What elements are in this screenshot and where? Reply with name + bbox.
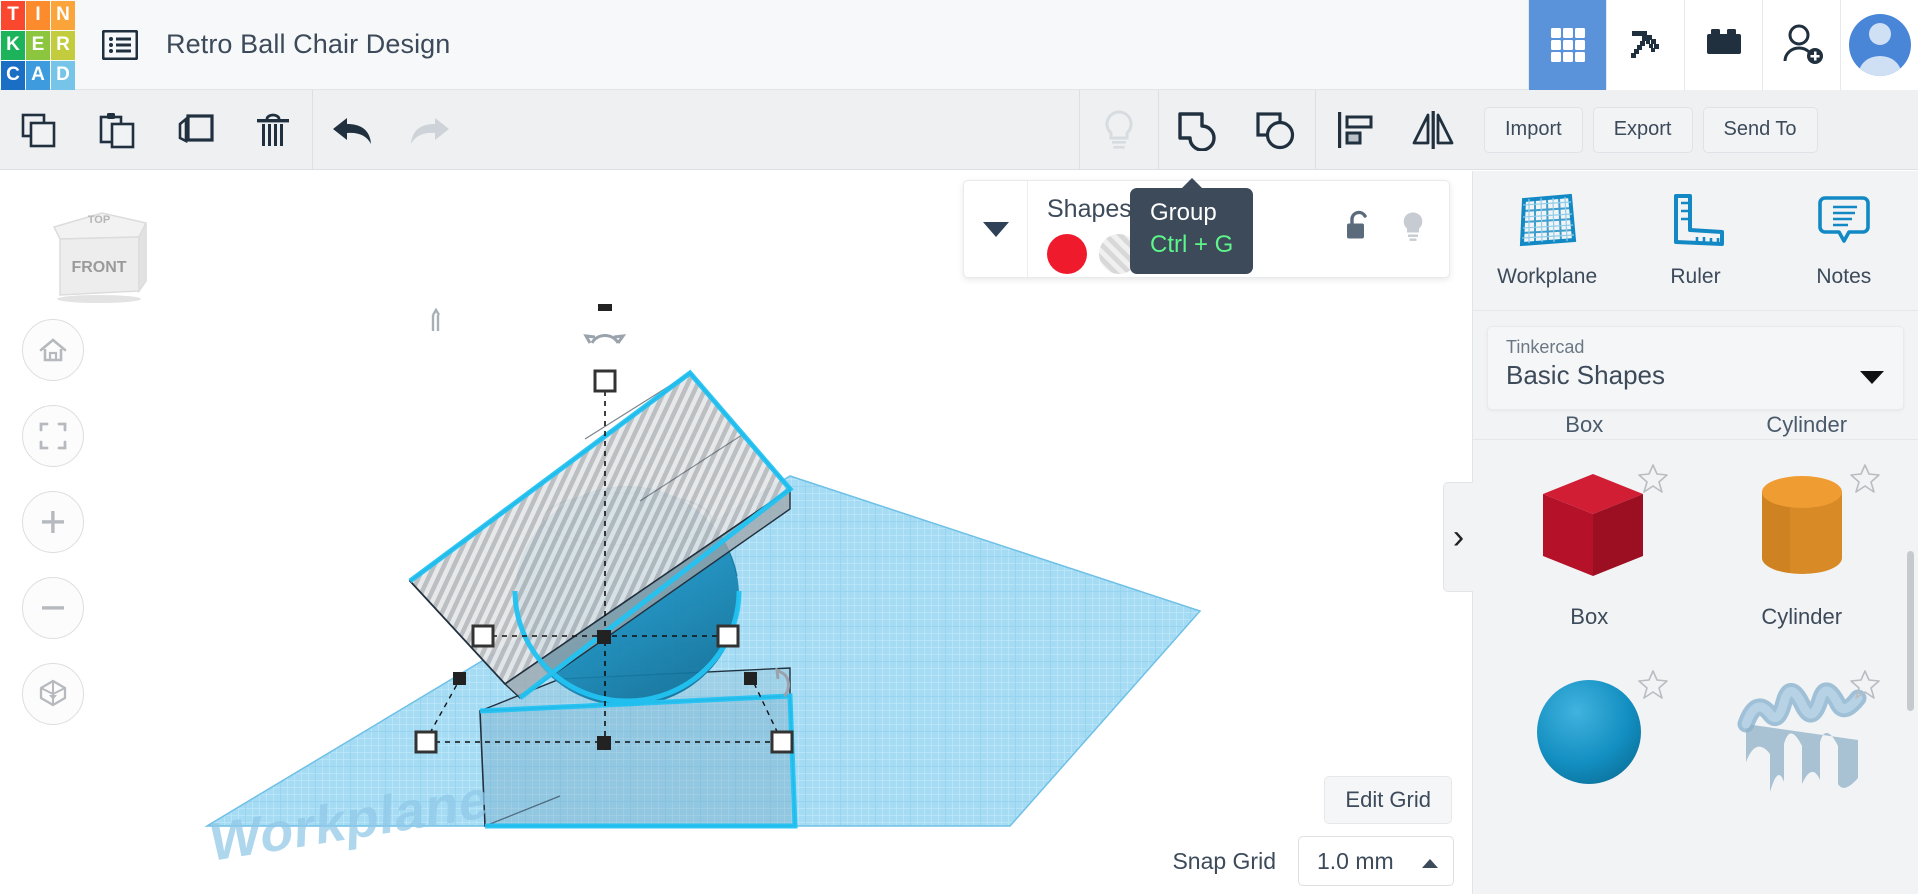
clipped-label-cylinder: Cylinder <box>1766 416 1848 437</box>
duplicate-icon[interactable] <box>156 90 234 170</box>
workplane-grid-icon <box>1516 192 1578 255</box>
zoom-in-button[interactable] <box>22 491 84 553</box>
notes-tool-label: Notes <box>1816 265 1872 288</box>
ruler-tool-label: Ruler <box>1670 265 1721 288</box>
scene-canvas[interactable] <box>0 171 1472 894</box>
sphere-3d-art <box>1525 662 1653 802</box>
lightbulb-icon[interactable] <box>1399 210 1427 249</box>
logo-tile-i: I <box>26 0 50 30</box>
file-actions-bar: Import Export Send To <box>1472 90 1918 170</box>
shape-cylinder-label: Cylinder <box>1761 604 1843 629</box>
edit-toolbar <box>0 89 1472 170</box>
edit-grid-button[interactable]: Edit Grid <box>1324 776 1452 824</box>
snap-grid-value: 1.0 mm <box>1317 847 1394 874</box>
shape-cylinder[interactable]: Cylinder <box>1696 456 1909 662</box>
shape-library-select[interactable]: Tinkercad Basic Shapes <box>1487 326 1904 410</box>
library-vendor-label: Tinkercad <box>1506 337 1585 357</box>
view-cube-top-label: TOP <box>88 214 110 226</box>
invite-user-icon[interactable] <box>1762 0 1840 90</box>
group-icon[interactable] <box>1159 90 1237 170</box>
lego-brick-icon[interactable] <box>1684 0 1762 90</box>
tinkercad-app: TINKERCAD Retro Ball Chair Design Import… <box>0 0 1918 894</box>
mirror-flip-icon[interactable] <box>1394 90 1472 170</box>
tinkercad-logo[interactable]: TINKERCAD <box>0 0 75 90</box>
notes-tool[interactable]: Notes <box>1770 171 1918 310</box>
export-button[interactable]: Export <box>1592 106 1693 153</box>
shape-list-scrollbar[interactable] <box>1907 551 1914 711</box>
send-to-button[interactable]: Send To <box>1702 106 1818 153</box>
delete-trash-icon[interactable] <box>234 90 312 170</box>
logo-tile-c: C <box>1 60 25 90</box>
library-name-label: Basic Shapes <box>1506 360 1665 390</box>
copy-icon[interactable] <box>0 90 78 170</box>
logo-tile-k: K <box>1 30 25 60</box>
favorite-star-icon[interactable] <box>1848 668 1882 705</box>
view-cube[interactable]: TOP FRONT <box>44 209 154 305</box>
shape-library-grid[interactable]: Box Cylinder <box>1473 440 1918 868</box>
home-view-button[interactable] <box>22 319 84 381</box>
list-menu-icon[interactable] <box>98 23 142 67</box>
ruler-icon <box>1664 192 1726 255</box>
undo-arrow-icon[interactable] <box>313 90 391 170</box>
ruler-tool[interactable]: Ruler <box>1621 171 1769 310</box>
view-cube-front-label: FRONT <box>71 259 126 276</box>
favorite-star-icon[interactable] <box>1636 668 1670 705</box>
lightbulb-icon[interactable] <box>1080 90 1158 170</box>
snap-grid-label: Snap Grid <box>1172 847 1276 874</box>
import-button[interactable]: Import <box>1484 106 1583 153</box>
clipped-shape-labels-row: Box Cylinder <box>1473 416 1918 440</box>
favorite-star-icon[interactable] <box>1848 462 1882 499</box>
page-title: Retro Ball Chair Design <box>166 29 451 59</box>
redo-arrow-icon[interactable] <box>391 90 469 170</box>
tooltip-shortcut: Ctrl + G <box>1150 230 1234 258</box>
workplane-tool-label: Workplane <box>1497 265 1598 288</box>
unlock-icon[interactable] <box>1343 210 1373 249</box>
logo-tile-r: R <box>51 30 75 60</box>
group-tooltip: Group Ctrl + G <box>1130 188 1254 274</box>
height-handle-icon <box>431 307 441 331</box>
chevron-down-icon <box>1859 369 1885 390</box>
shape-box-label: Box <box>1570 604 1609 629</box>
solid-color-swatch[interactable] <box>1047 234 1087 274</box>
logo-tile-d: D <box>51 60 75 90</box>
snap-grid-select[interactable]: 1.0 mm <box>1298 836 1454 886</box>
shape-sphere[interactable] <box>1483 662 1696 868</box>
3d-viewport[interactable]: Workplane TOP FRONT Edit Grid Snap Grid … <box>0 171 1472 894</box>
shape-box[interactable]: Box <box>1483 456 1696 662</box>
rotate-handle-icon <box>583 334 627 344</box>
perspective-toggle-button[interactable] <box>22 663 84 725</box>
grid-designs-icon[interactable] <box>1528 0 1606 90</box>
logo-tile-e: E <box>26 30 50 60</box>
snap-grid-control: Snap Grid 1.0 mm <box>1172 836 1454 886</box>
logo-tile-t: T <box>1 0 25 30</box>
box-3d-art <box>1525 456 1653 596</box>
panel-tool-tabs: Workplane Ruler Notes <box>1473 171 1918 311</box>
ungroup-icon[interactable] <box>1237 90 1315 170</box>
tooltip-title: Group <box>1150 199 1217 226</box>
logo-tile-n: N <box>51 0 75 30</box>
top-bar: TINKERCAD Retro Ball Chair Design <box>0 0 1918 90</box>
clipped-label-box: Box <box>1565 416 1604 437</box>
zoom-out-button[interactable] <box>22 577 84 639</box>
paste-icon[interactable] <box>78 90 156 170</box>
minecraft-pickaxe-icon[interactable] <box>1606 0 1684 90</box>
notes-bubble-icon <box>1815 192 1873 255</box>
cylinder-3d-art <box>1738 456 1866 596</box>
fit-to-view-button[interactable] <box>22 405 84 467</box>
workplane-tool[interactable]: Workplane <box>1473 171 1621 310</box>
chevron-up-icon <box>1421 848 1439 875</box>
shape-scribble[interactable] <box>1696 662 1909 868</box>
chevron-right-icon[interactable]: › <box>1443 482 1473 592</box>
logo-tile-a: A <box>26 60 50 90</box>
top-bar-right-actions <box>1528 0 1918 90</box>
chevron-down-icon[interactable] <box>964 181 1028 277</box>
avatar[interactable] <box>1840 0 1918 90</box>
favorite-star-icon[interactable] <box>1636 462 1670 499</box>
align-icon[interactable] <box>1316 90 1394 170</box>
right-panel: Workplane Ruler Notes Tinkercad Basic Sh… <box>1472 171 1918 894</box>
